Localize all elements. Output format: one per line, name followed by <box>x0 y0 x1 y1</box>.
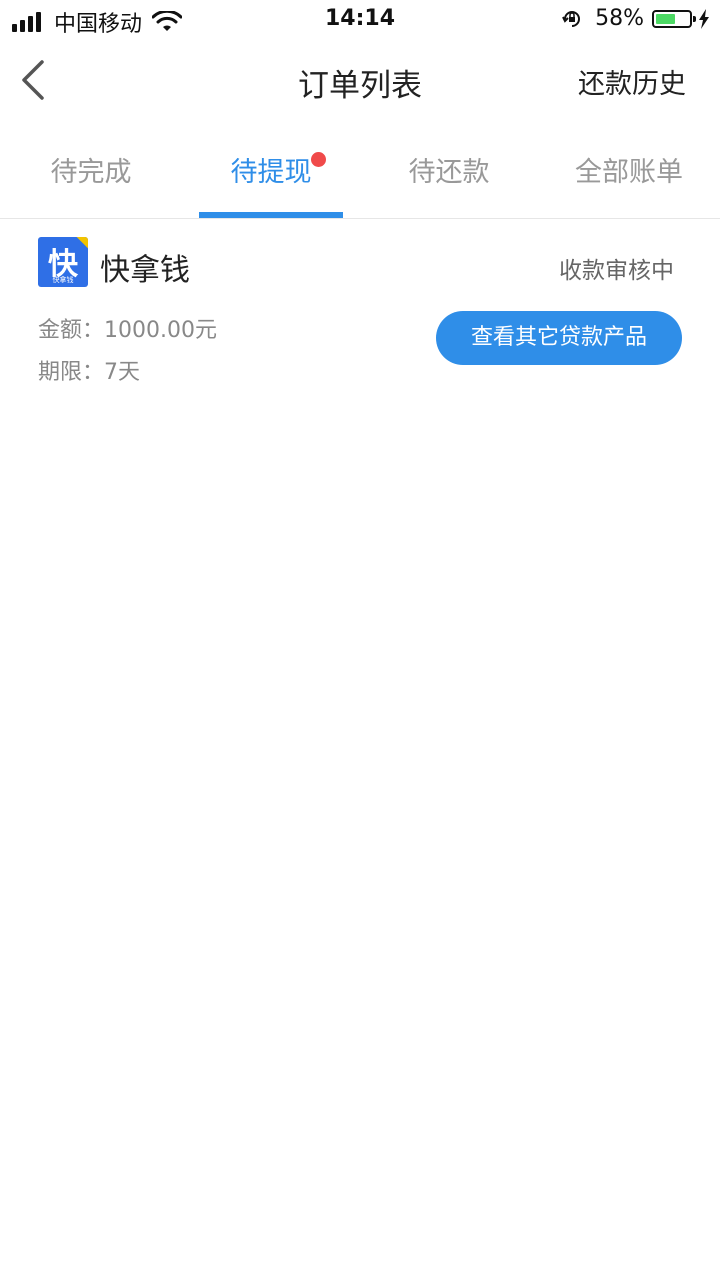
term-line: 期限：7天 <box>38 354 140 386</box>
term-label: 期限： <box>38 360 105 385</box>
product-name: 快拿钱 <box>100 253 190 288</box>
amount-label: 金额： <box>38 318 105 343</box>
amount-line: 金额：1000.00元 <box>38 312 217 344</box>
view-other-loans-button[interactable]: 查看其它贷款产品 <box>436 311 682 365</box>
term-value: 7天 <box>104 360 141 385</box>
product-logo-icon: 快 快拿钱 <box>38 237 88 287</box>
active-tab-indicator <box>199 212 343 218</box>
tab-pending-withdraw[interactable]: 待提现 <box>182 150 360 189</box>
nav-bar: 订单列表 还款历史 <box>0 40 720 124</box>
status-bar: 中国移动 14:14 58% <box>0 0 720 40</box>
amount-value: 1000.00元 <box>104 318 217 343</box>
order-tabs: 待完成 待提现 待还款 全部账单 <box>0 124 720 219</box>
repayment-history-link[interactable]: 还款历史 <box>578 62 686 101</box>
rotation-lock-icon <box>562 10 581 27</box>
status-right: 58% <box>561 6 710 31</box>
charging-icon <box>699 8 709 29</box>
notification-badge <box>311 152 326 167</box>
battery-icon <box>652 9 696 28</box>
status-badge: 收款审核中 <box>559 258 674 284</box>
battery-fill <box>656 13 675 24</box>
tab-pending-repay[interactable]: 待还款 <box>360 150 538 189</box>
logo-mini-text: 快拿钱 <box>52 276 74 284</box>
tab-pending-complete[interactable]: 待完成 <box>0 150 182 189</box>
order-list-page: 中国移动 14:14 58% 订单列表 还款历史 待完成 待提现 待还款 全部账… <box>0 0 720 1280</box>
tab-all-bills[interactable]: 全部账单 <box>538 150 720 189</box>
order-item: 快 快拿钱 快拿钱 收款审核中 金额：1000.00元 期限：7天 查看其它贷款… <box>0 219 720 399</box>
battery-percent: 58% <box>595 6 644 31</box>
